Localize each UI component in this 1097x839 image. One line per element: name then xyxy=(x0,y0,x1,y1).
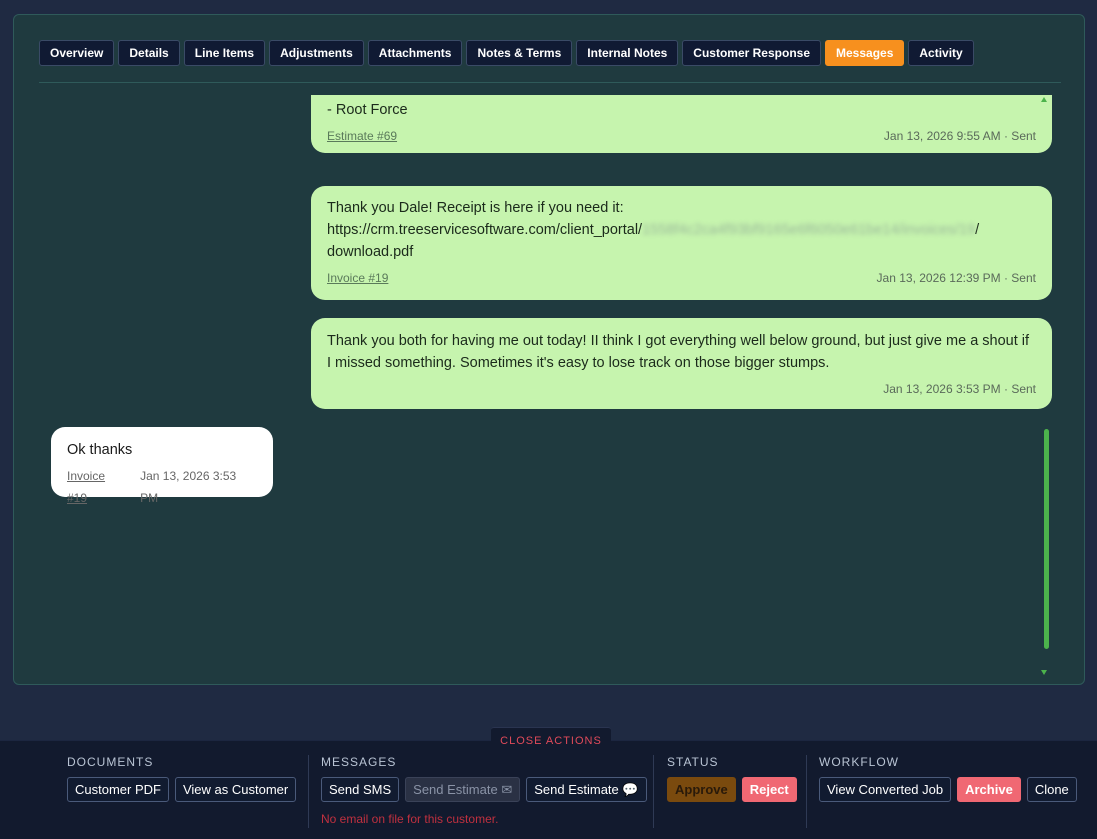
envelope-icon: ✉ xyxy=(501,782,513,797)
message-bubble-sent: - Root Force Estimate #69 Jan 13, 2026 9… xyxy=(311,95,1052,153)
message-timestamp: Jan 13, 2026 9:55 AM · Sent xyxy=(883,129,1036,143)
messages-group: MESSAGES Send SMS Send Estimate ✉ Send E… xyxy=(321,755,647,826)
message-thread[interactable]: - Root Force Estimate #69 Jan 13, 2026 9… xyxy=(39,95,1061,675)
tab-line-items[interactable]: Line Items xyxy=(183,40,266,66)
send-estimate-sms-button[interactable]: Send Estimate 💬 xyxy=(526,777,647,802)
tab-activity[interactable]: Activity xyxy=(908,40,974,66)
tab-customer-response[interactable]: Customer Response xyxy=(682,40,821,66)
status-group: STATUS Approve Reject xyxy=(667,755,797,802)
approve-button[interactable]: Approve xyxy=(667,777,736,802)
messages-panel: Overview Details Line Items Adjustments … xyxy=(13,14,1085,685)
message-text: - Root Force xyxy=(327,102,408,118)
message-timestamp: Jan 13, 2026 3:53 PM · Sent xyxy=(883,382,1036,396)
view-as-customer-button[interactable]: View as Customer xyxy=(174,777,297,802)
customer-pdf-button[interactable]: Customer PDF xyxy=(67,777,169,802)
message-meta: Invoice #19 Jan 13, 2026 3:53 PM xyxy=(67,465,257,509)
message-meta: Invoice #19 Jan 13, 2026 12:39 PM · Sent xyxy=(327,267,1036,289)
message-text: Thank you both for having me out today! … xyxy=(327,333,1030,371)
tab-attachments[interactable]: Attachments xyxy=(367,40,463,66)
message-timestamp: Jan 13, 2026 3:53 PM xyxy=(140,469,237,505)
documents-title: DOCUMENTS xyxy=(67,755,154,769)
reject-button[interactable]: Reject xyxy=(741,777,797,802)
tab-overview[interactable]: Overview xyxy=(39,40,115,66)
send-sms-button[interactable]: Send SMS xyxy=(321,777,400,802)
message-url[interactable]: https://crm.treeservicesoftware.com/clie… xyxy=(327,219,1036,241)
scrollbar-thumb[interactable] xyxy=(1044,429,1049,649)
close-actions-button[interactable]: CLOSE ACTIONS xyxy=(491,727,611,753)
message-timestamp: Jan 13, 2026 12:39 PM · Sent xyxy=(876,271,1036,285)
message-bubble-sent: Thank you Dale! Receipt is here if you n… xyxy=(311,186,1052,300)
group-divider xyxy=(653,755,654,828)
message-bubble-received: Ok thanks Invoice #19 Jan 13, 2026 3:53 … xyxy=(51,427,273,505)
tab-messages[interactable]: Messages xyxy=(825,40,905,66)
message-url-end: download.pdf xyxy=(327,244,414,260)
tab-details[interactable]: Details xyxy=(118,40,180,66)
group-divider xyxy=(806,755,807,828)
group-divider xyxy=(308,755,309,828)
invoice-link[interactable]: Invoice #19 xyxy=(67,465,128,509)
workflow-group: WORKFLOW View Converted Job Archive Clon… xyxy=(819,755,1077,802)
tab-adjustments[interactable]: Adjustments xyxy=(269,40,364,66)
scroll-down-arrow-icon[interactable] xyxy=(1041,670,1047,675)
workflow-title: WORKFLOW xyxy=(819,755,899,769)
send-estimate-email-button: Send Estimate ✉ xyxy=(405,777,521,802)
scrollbar[interactable] xyxy=(1041,95,1049,675)
status-title: STATUS xyxy=(667,755,719,769)
tab-internal-notes[interactable]: Internal Notes xyxy=(576,40,679,66)
message-text: Thank you Dale! Receipt is here if you n… xyxy=(327,200,624,216)
message-text: Ok thanks xyxy=(67,442,133,458)
documents-group: DOCUMENTS Customer PDF View as Customer xyxy=(67,755,297,802)
estimate-link[interactable]: Estimate #69 xyxy=(327,125,397,147)
archive-button[interactable]: Archive xyxy=(957,777,1021,802)
chat-bubble-icon: 💬 xyxy=(622,782,639,797)
tab-divider xyxy=(39,82,1061,83)
tab-notes-terms[interactable]: Notes & Terms xyxy=(466,40,573,66)
view-converted-job-button[interactable]: View Converted Job xyxy=(819,777,952,802)
clone-button[interactable]: Clone xyxy=(1026,777,1077,802)
tab-bar: Overview Details Line Items Adjustments … xyxy=(39,40,974,66)
messages-title: MESSAGES xyxy=(321,755,397,769)
message-meta: Jan 13, 2026 3:53 PM · Sent xyxy=(327,378,1036,400)
blurred-url-segment: 1558f4c2ca4f93bf9165e6f6050e61be14/invoi… xyxy=(642,222,976,238)
scroll-up-arrow-icon[interactable] xyxy=(1041,97,1047,102)
invoice-link[interactable]: Invoice #19 xyxy=(327,267,388,289)
message-meta: Estimate #69 Jan 13, 2026 9:55 AM · Sent xyxy=(327,125,1036,147)
message-bubble-sent: Thank you both for having me out today! … xyxy=(311,318,1052,409)
no-email-warning: No email on file for this customer. xyxy=(321,812,499,826)
